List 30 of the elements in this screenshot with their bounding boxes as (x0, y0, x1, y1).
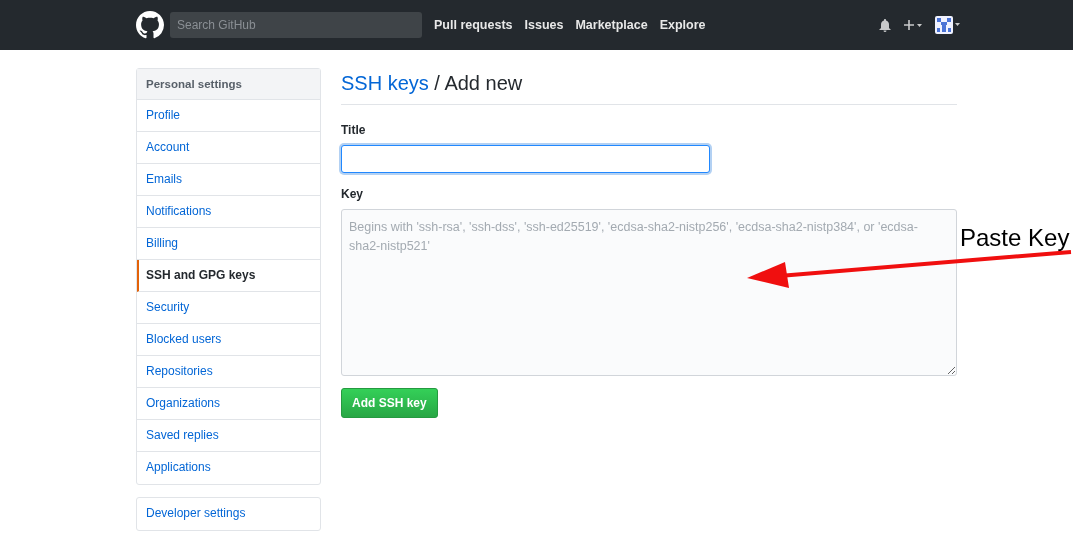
sidebar-item[interactable]: Applications (137, 452, 320, 484)
logo-icon[interactable] (136, 11, 164, 39)
nav-link[interactable]: Pull requests (434, 15, 513, 35)
nav-link[interactable]: Issues (524, 15, 564, 35)
sidebar-item[interactable]: Saved replies (137, 420, 320, 452)
sidebar-item[interactable]: Repositories (137, 356, 320, 388)
sidebar-item[interactable]: Emails (137, 164, 320, 196)
field-label: Key (341, 186, 364, 203)
title-field[interactable] (341, 145, 710, 173)
sidebar-item[interactable]: Notifications (137, 196, 320, 228)
search-field[interactable]: Search GitHub (170, 12, 422, 38)
sidebar-item[interactable]: Security (137, 292, 320, 324)
plus-dropdown-icon[interactable] (903, 19, 923, 31)
key-field[interactable]: Begins with 'ssh-rsa', 'ssh-dss', 'ssh-ed25519', 'ecdsa-sha2-nistp256', 'ecdsa-sha2-nistp384', or 'ecdsa-sha2-nistp521' (341, 209, 957, 376)
nav-link[interactable]: Marketplace (575, 15, 648, 35)
sidebar-item[interactable]: Blocked users (137, 324, 320, 356)
annotation-text: Paste Key (960, 226, 1070, 250)
bell-icon[interactable] (879, 18, 891, 32)
menu-heading: Personal settings (137, 69, 320, 100)
avatar-dropdown-icon[interactable] (935, 16, 961, 34)
sidebar-item[interactable]: Billing (137, 228, 320, 260)
sidebar-item[interactable]: Organizations (137, 388, 320, 420)
sidebar-item[interactable]: Developer settings (137, 498, 320, 530)
field-label: Title (341, 122, 367, 139)
nav-link[interactable]: Explore (659, 15, 706, 35)
page-title: / Add new (433, 72, 523, 94)
sidebar-item[interactable]: SSH and GPG keys (137, 260, 320, 292)
sidebar-item[interactable]: Profile (137, 100, 320, 132)
sidebar-item[interactable]: Account (137, 132, 320, 164)
breadcrumb-link[interactable]: SSH keys (341, 72, 429, 94)
